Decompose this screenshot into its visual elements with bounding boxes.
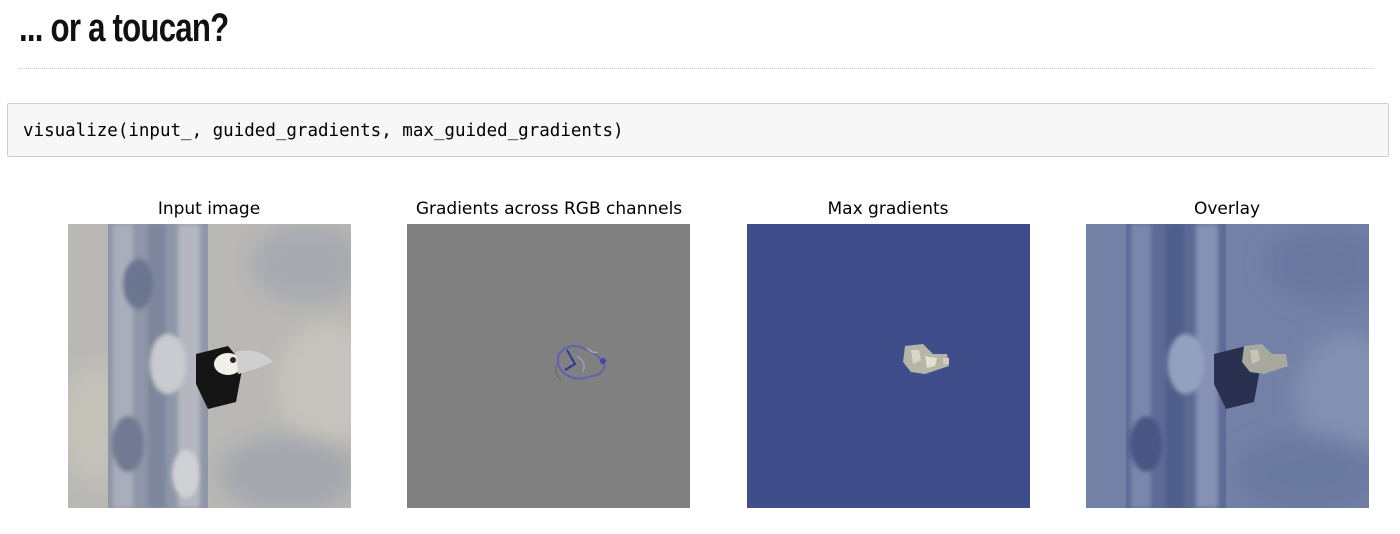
section-heading: ... or a toucan? — [19, 6, 229, 50]
input-image — [68, 224, 351, 508]
panel-title-gradients-rgb: Gradients across RGB channels — [415, 199, 683, 219]
code-text[interactable]: visualize(input_, guided_gradients, max_… — [23, 119, 624, 143]
panel-title-overlay: Overlay — [1193, 199, 1261, 219]
overlay-image — [1086, 224, 1369, 508]
gradients-rgb-image — [407, 224, 690, 508]
code-cell[interactable]: visualize(input_, guided_gradients, max_… — [7, 103, 1389, 157]
panel-title-input-image: Input image — [157, 199, 261, 219]
max-gradient-map-icon — [747, 224, 1030, 508]
panel-title-max-gradients: Max gradients — [827, 199, 949, 219]
max-gradients-image — [747, 224, 1030, 508]
gradient-map-icon — [407, 224, 690, 508]
toucan-photo-icon — [68, 224, 351, 508]
divider — [19, 68, 1373, 69]
overlay-photo-icon — [1086, 224, 1369, 508]
